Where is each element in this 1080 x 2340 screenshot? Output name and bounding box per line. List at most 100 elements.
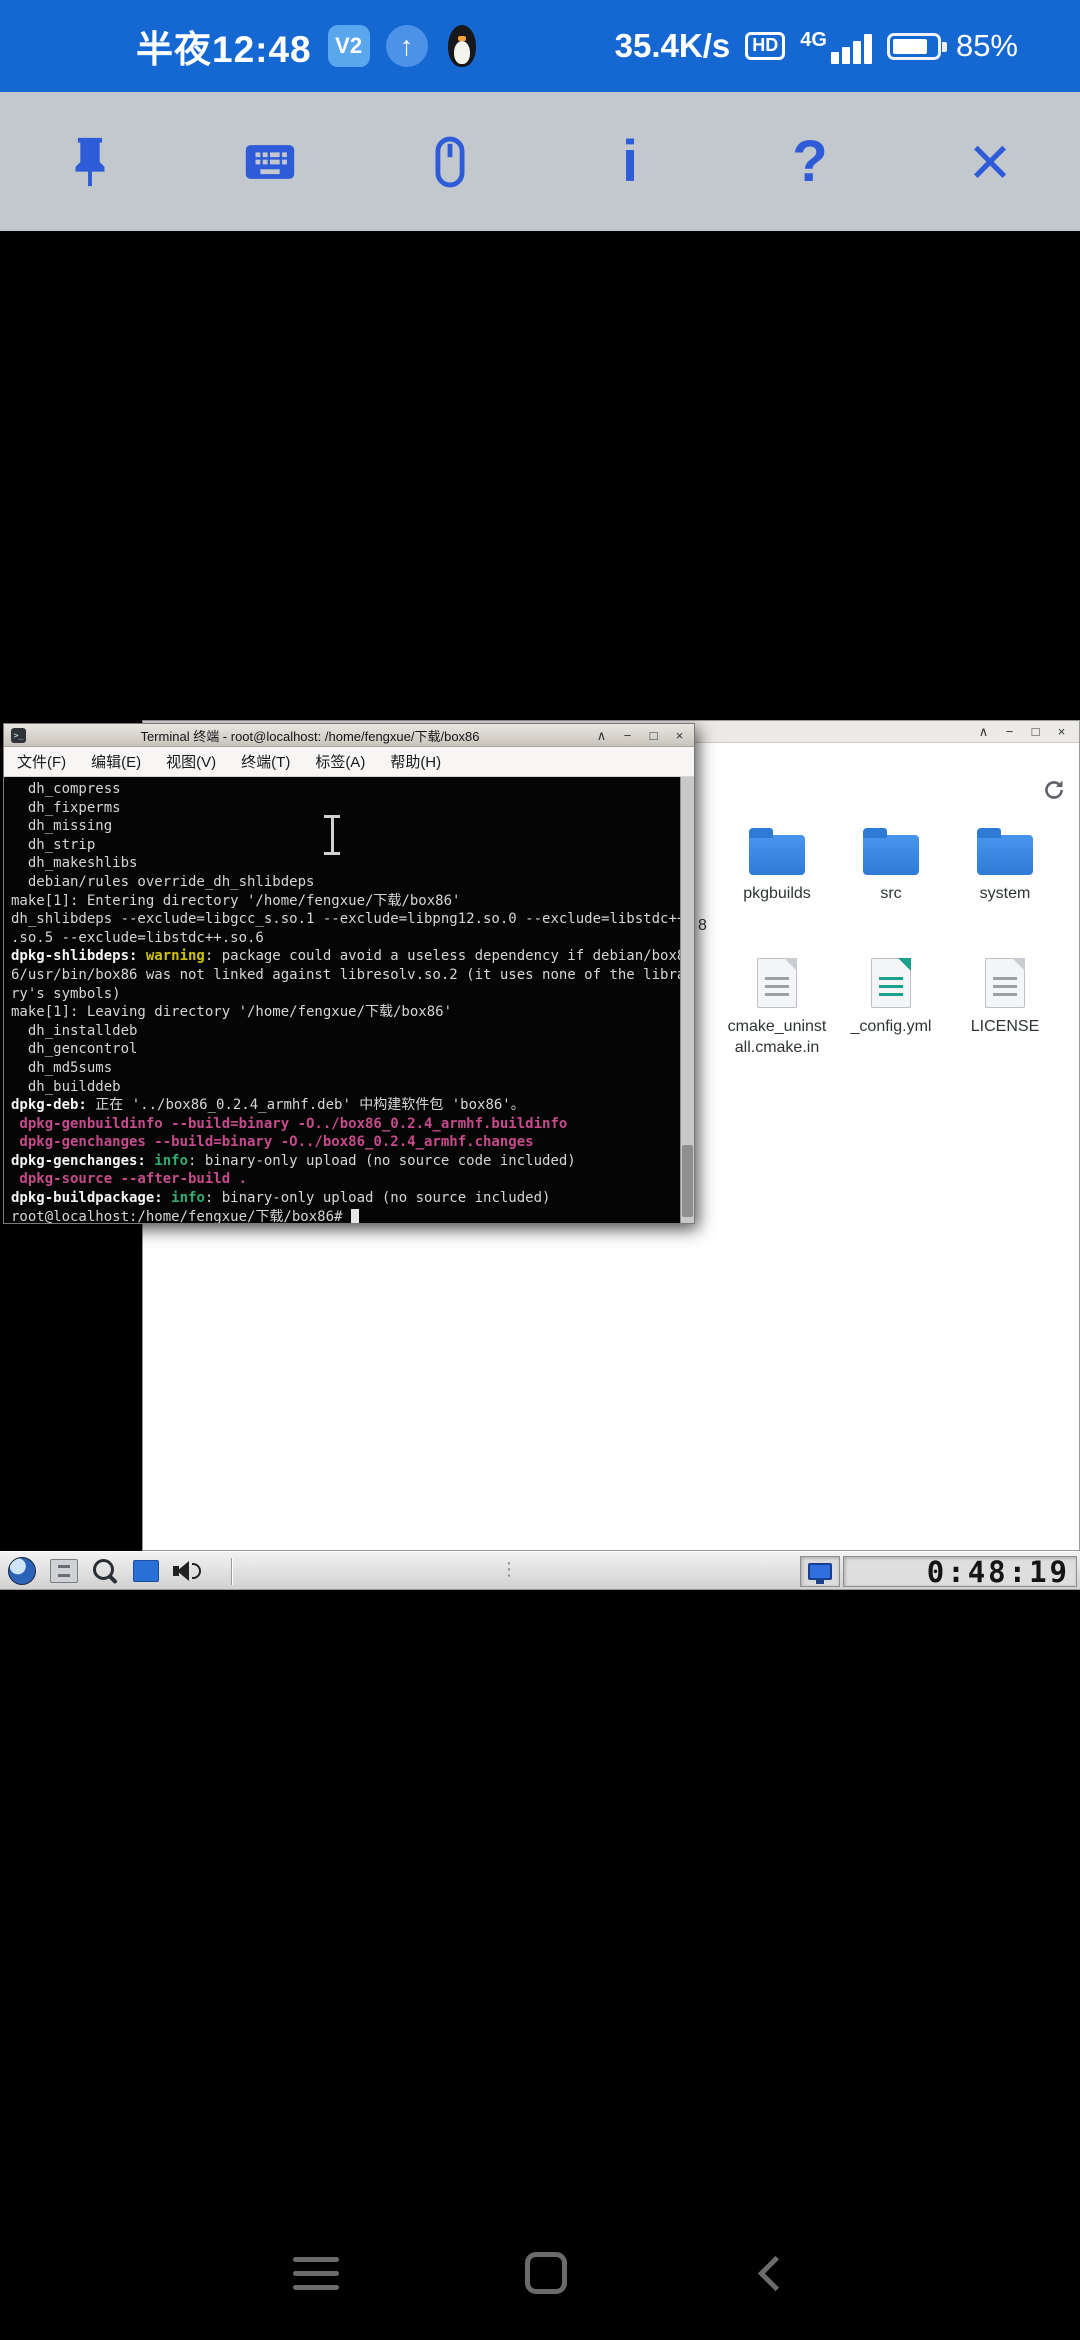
mouse-button[interactable] (360, 92, 540, 231)
pin-button[interactable] (0, 92, 180, 231)
terminal-line: dh_md5sums (11, 1059, 113, 1076)
close-button[interactable]: × (672, 729, 687, 742)
terminal-line: make[1]: Entering directory '/home/fengx… (11, 892, 461, 909)
upload-arrow-icon: ↑ (385, 25, 428, 67)
terminal-app-icon: >_ (11, 727, 26, 743)
menu-item[interactable]: 编辑(E) (91, 751, 141, 772)
taskbar-clock: 0:48:19 (843, 1555, 1077, 1589)
minimize-button[interactable]: − (1002, 725, 1017, 738)
back-chevron-icon[interactable] (757, 2255, 793, 2291)
terminal-line: dh_shlibdeps --exclude=libgcc_s.so.1 --e… (11, 911, 686, 928)
file-icon (985, 958, 1025, 1008)
terminal-line: 6/usr/bin/box86 was not linked against l… (11, 966, 686, 983)
signal-indicator: 4G (800, 29, 872, 64)
hd-badge: HD (745, 32, 786, 60)
folder-icon (977, 828, 1033, 875)
display-tray-icon[interactable] (808, 1563, 832, 1584)
status-time: 半夜12:48 (136, 29, 312, 70)
battery-icon (886, 32, 947, 60)
file-item[interactable]: cmake_uninst all.cmake.in (720, 958, 834, 1058)
menu-icon[interactable] (292, 2256, 339, 2290)
terminal-output: dh_compress dh_fixperms dh_missing dh_st… (11, 780, 686, 1223)
terminal-line: dh_missing (11, 818, 113, 835)
terminal-line: dh_gencontrol (11, 1041, 138, 1058)
menu-item[interactable]: 标签(A) (315, 751, 365, 772)
speaker-icon[interactable] (173, 1558, 205, 1584)
maximize-button[interactable]: □ (646, 729, 661, 742)
terminal-line: dh_strip (11, 836, 96, 853)
terminal-titlebar[interactable]: >_ Terminal 终端 - root@localhost: /home/f… (4, 724, 694, 747)
android-navbar (0, 2218, 1080, 2328)
terminal-line: ry's symbols) (11, 985, 121, 1002)
minimize-button[interactable]: − (620, 729, 635, 742)
refresh-icon[interactable] (1041, 777, 1067, 803)
file-label: cmake_uninst all.cmake.in (727, 1018, 827, 1056)
keyboard-icon (245, 144, 295, 179)
terminal-line: debian/rules override_dh_shlibdeps (11, 873, 315, 890)
scrollbar-thumb[interactable] (682, 1145, 693, 1217)
close-button[interactable]: × (1054, 725, 1069, 738)
folder-item[interactable]: src (834, 826, 948, 904)
terminal-line: dpkg-buildpackage: info: binary-only upl… (11, 1190, 551, 1207)
file-label: system (979, 885, 1031, 902)
terminal-line: dh_builddeb (11, 1078, 121, 1095)
battery-level (892, 38, 928, 54)
terminal-line: dh_fixperms (11, 799, 121, 816)
taskbar-handle: ⋮ (500, 1559, 518, 1579)
menu-item[interactable]: 视图(V) (166, 751, 216, 772)
file-grid: pkgbuilds src system cmake_uninst all.cmake… (720, 826, 1062, 1058)
status-bar-right: 35.4K/s HD 4G 85% (615, 27, 1018, 65)
folder-icon (863, 828, 919, 875)
desktop-taskbar: ⋮ 0:48:19 (0, 1551, 1080, 1590)
search-magnifier-icon[interactable] (92, 1558, 119, 1585)
text-cursor-pointer (324, 815, 340, 855)
terminal-menubar: 文件(F) 编辑(E) 视图(V) 终端(T) 标签(A) 帮助(H) (4, 747, 694, 777)
file-icon (871, 958, 911, 1008)
file-drawer-icon[interactable] (50, 1559, 78, 1583)
blue-window-icon[interactable] (133, 1560, 159, 1582)
terminal-line: dh_makeshlibs (11, 855, 138, 872)
linux-penguin-icon (444, 24, 480, 68)
terminal-line: root@localhost:/home/fengxue/下载/box86# (11, 1208, 676, 1223)
terminal-line: dpkg-genchanges --build=binary -O../box8… (11, 1134, 534, 1151)
folder-item[interactable]: pkgbuilds (720, 826, 834, 904)
network-type-label: 4G (800, 28, 827, 51)
help-button[interactable]: ? (720, 92, 900, 231)
terminal-scrollbar[interactable] (680, 777, 694, 1223)
menu-item[interactable]: 终端(T) (241, 751, 290, 772)
window-controls: ∧ − □ × (594, 729, 687, 742)
terminal-line: dpkg-genchanges: info: binary-only uploa… (11, 1152, 576, 1169)
folder-icon (749, 828, 805, 875)
file-item[interactable]: LICENSE (948, 958, 1062, 1058)
menu-item[interactable]: 文件(F) (17, 751, 66, 772)
shade-button[interactable]: ∧ (594, 729, 609, 742)
home-square-icon[interactable] (524, 2252, 567, 2294)
terminal-body[interactable]: dh_compress dh_fixperms dh_missing dh_st… (4, 777, 694, 1223)
terminal-line: dh_compress (11, 781, 121, 797)
taskbar-launchers (0, 1557, 232, 1585)
pin-icon (75, 137, 105, 186)
maximize-button[interactable]: □ (1028, 725, 1043, 738)
clipped-file-label: 8 (698, 917, 707, 934)
mouse-icon (435, 136, 465, 187)
terminal-line: make[1]: Leaving directory '/home/fengxu… (11, 1004, 453, 1021)
file-icon (757, 958, 797, 1008)
terminal-line: dh_installdeb (11, 1022, 138, 1039)
file-item[interactable]: _config.yml (834, 958, 948, 1058)
vnc-toolbar: i ? × (0, 92, 1080, 231)
menu-item[interactable]: 帮助(H) (390, 751, 441, 772)
browser-globe-icon[interactable] (8, 1557, 36, 1585)
file-label: pkgbuilds (743, 885, 811, 902)
terminal-line: .so.5 --exclude=libstdc++.so.6 (11, 929, 264, 946)
keyboard-button[interactable] (180, 92, 360, 231)
status-bar-left: 半夜12:48 V2 ↑ (136, 19, 480, 73)
terminal-line: dpkg-source --after-build . (11, 1171, 248, 1188)
file-label: LICENSE (970, 1018, 1040, 1035)
shade-button[interactable]: ∧ (976, 725, 991, 738)
vnc-viewer-badge: V2 (327, 25, 370, 67)
close-button[interactable]: × (900, 92, 1080, 231)
folder-item[interactable]: system (948, 826, 1062, 904)
taskbar-divider (231, 1557, 232, 1585)
info-button[interactable]: i (540, 92, 720, 231)
terminal-line: dpkg-genbuildinfo --build=binary -O../bo… (11, 1115, 568, 1132)
